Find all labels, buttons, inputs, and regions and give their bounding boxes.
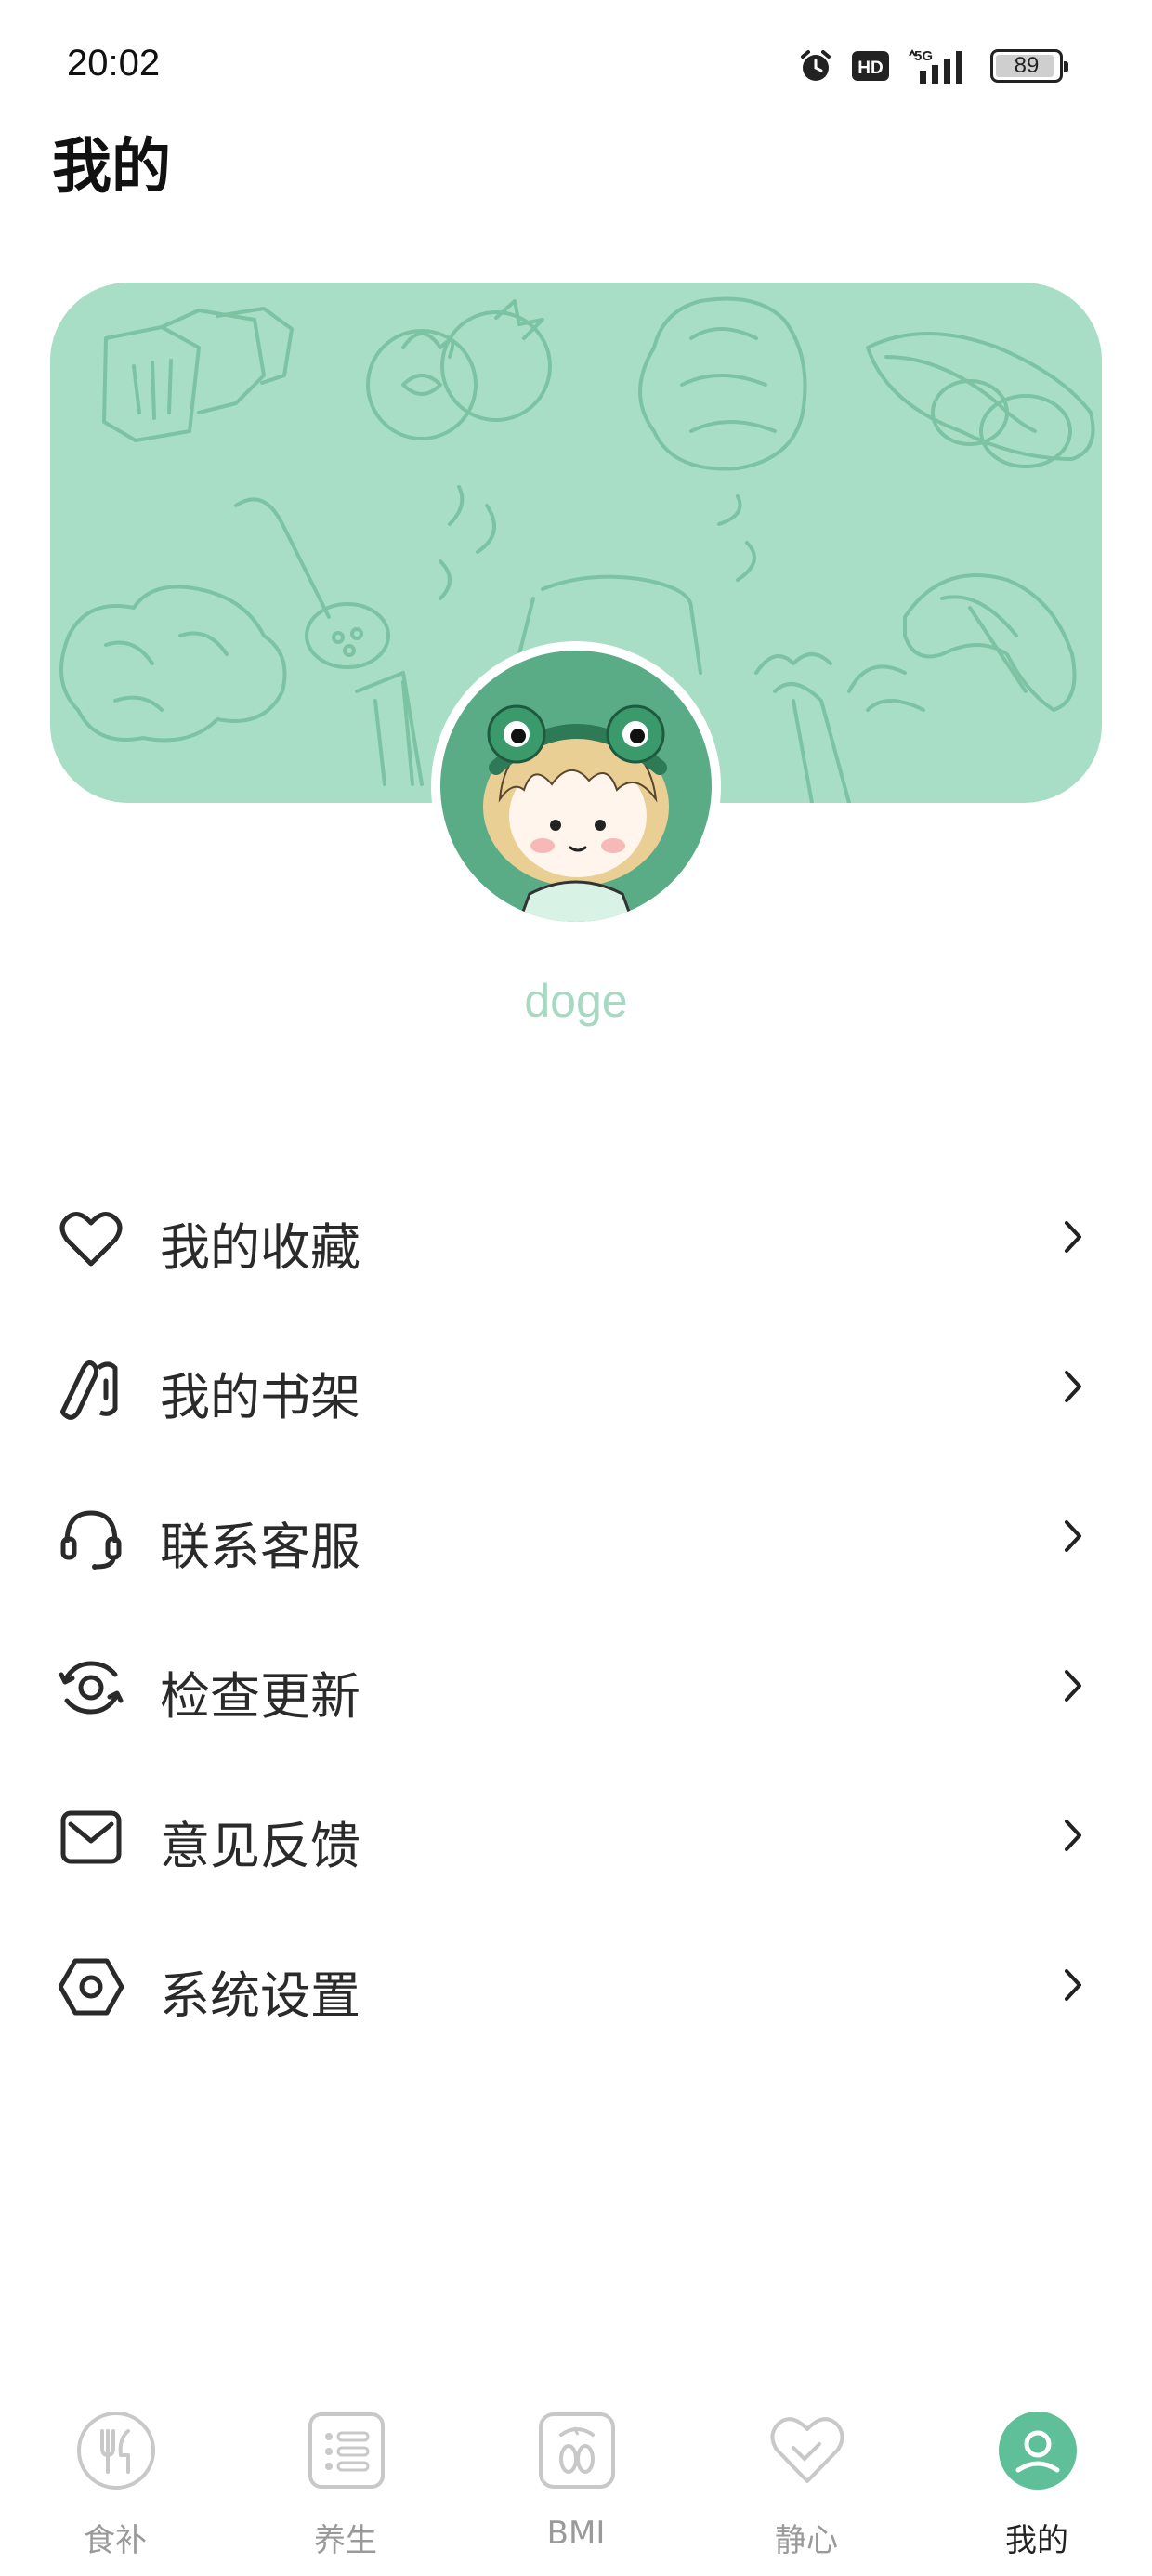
utensils-icon bbox=[76, 2411, 156, 2491]
chevron-right-icon bbox=[1057, 1812, 1089, 1859]
bottom-tab-bar: 食补 养生 BMI 静心 我的 bbox=[0, 2394, 1152, 2576]
mail-icon bbox=[58, 1805, 124, 1870]
tab-label: 食补 bbox=[84, 2522, 147, 2559]
hexagon-settings-icon bbox=[58, 1954, 124, 2019]
menu-item-label: 我的书架 bbox=[160, 1368, 360, 1426]
chevron-right-icon bbox=[1057, 1663, 1089, 1709]
heart-icon bbox=[58, 1206, 124, 1271]
hd-label: HD bbox=[857, 59, 883, 78]
hd-icon: HD bbox=[851, 50, 890, 82]
username[interactable]: doge bbox=[0, 974, 1152, 1032]
menu-item-label: 联系客服 bbox=[160, 1518, 360, 1576]
list-icon bbox=[307, 2411, 386, 2491]
battery-icon: 89 bbox=[990, 49, 1068, 83]
menu-item-label: 检查更新 bbox=[160, 1667, 360, 1726]
page-title: 我的 bbox=[52, 133, 171, 202]
tab-label: 静心 bbox=[775, 2522, 838, 2559]
tab-label: 我的 bbox=[1005, 2522, 1068, 2559]
heart-pulse-icon bbox=[767, 2411, 847, 2491]
menu-list: 我的收藏 我的书架 联系客服 检查更新 意见反馈 系统设置 bbox=[0, 1162, 1152, 2059]
tab-wellness[interactable]: 养生 bbox=[271, 2394, 420, 2576]
menu-item-check-update[interactable]: 检查更新 bbox=[0, 1610, 1152, 1760]
headset-icon bbox=[58, 1505, 124, 1571]
alarm-icon bbox=[797, 47, 834, 85]
5g-signal-icon: 5G bbox=[907, 46, 974, 85]
tab-food[interactable]: 食补 bbox=[41, 2394, 190, 2576]
menu-item-feedback[interactable]: 意见反馈 bbox=[0, 1760, 1152, 1910]
tab-mindful[interactable]: 静心 bbox=[732, 2394, 881, 2576]
chevron-right-icon bbox=[1057, 1363, 1089, 1410]
chevron-right-icon bbox=[1057, 1962, 1089, 2008]
chevron-right-icon bbox=[1057, 1513, 1089, 1559]
avatar[interactable] bbox=[440, 651, 712, 922]
chevron-right-icon bbox=[1057, 1214, 1089, 1260]
tab-bmi[interactable]: BMI bbox=[502, 2394, 650, 2576]
menu-item-customer-service[interactable]: 联系客服 bbox=[0, 1461, 1152, 1610]
refresh-eye-icon bbox=[58, 1655, 124, 1720]
status-icons: HD 5G 89 bbox=[797, 46, 1068, 85]
status-time: 20:02 bbox=[67, 43, 161, 84]
user-icon bbox=[998, 2411, 1078, 2491]
network-label: 5G bbox=[914, 48, 933, 64]
avatar-illustration bbox=[483, 704, 669, 922]
tab-mine[interactable]: 我的 bbox=[962, 2394, 1111, 2576]
menu-item-settings[interactable]: 系统设置 bbox=[0, 1910, 1152, 2059]
menu-item-favorites[interactable]: 我的收藏 bbox=[0, 1162, 1152, 1311]
battery-level: 89 bbox=[1014, 53, 1040, 78]
tab-label: BMI bbox=[546, 2515, 606, 2552]
menu-item-label: 我的收藏 bbox=[160, 1218, 360, 1277]
menu-item-bookshelf[interactable]: 我的书架 bbox=[0, 1311, 1152, 1461]
menu-item-label: 意见反馈 bbox=[160, 1817, 360, 1875]
bookshelf-icon bbox=[58, 1356, 124, 1421]
status-bar: 20:02 HD 5G 89 bbox=[0, 0, 1152, 139]
tab-label: 养生 bbox=[314, 2522, 377, 2559]
menu-item-label: 系统设置 bbox=[160, 1966, 360, 2025]
avatar-ring[interactable] bbox=[431, 641, 721, 931]
scale-icon bbox=[537, 2411, 617, 2491]
